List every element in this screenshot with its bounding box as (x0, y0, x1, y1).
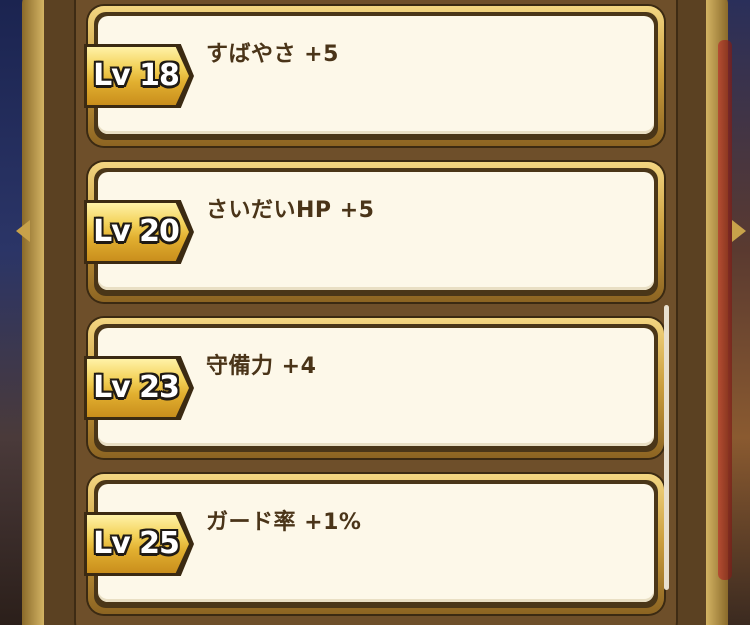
level-badge: Lv 18 (84, 44, 194, 108)
level-badge: Lv 20 (84, 200, 194, 264)
bonus-effect-text: 守備力 +4 (206, 354, 317, 379)
level-label: Lv 23 (93, 370, 180, 405)
bonus-effect-text: ガード率 +1% (206, 510, 362, 535)
bonus-effect-text: すばやさ +5 (206, 42, 339, 67)
level-label: Lv 18 (93, 58, 180, 93)
level-label: Lv 25 (93, 526, 180, 561)
level-badge: Lv 23 (84, 356, 194, 420)
red-side-ornament (718, 40, 732, 580)
level-badge: Lv 25 (84, 512, 194, 576)
level-label: Lv 20 (93, 214, 180, 249)
scrollbar[interactable] (664, 305, 669, 590)
bonus-effect-text: さいだいHP +5 (206, 198, 375, 223)
